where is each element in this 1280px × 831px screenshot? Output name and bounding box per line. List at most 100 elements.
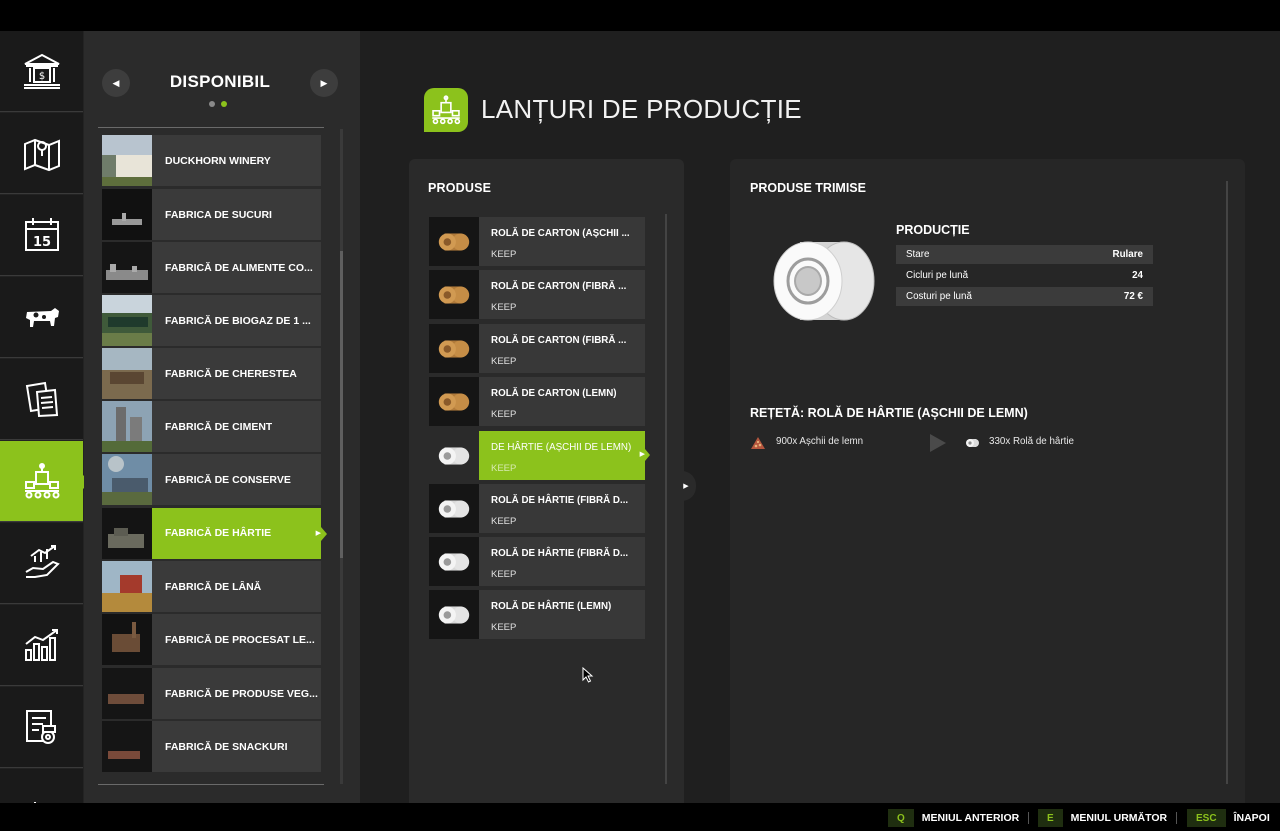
paper-roll-icon — [770, 237, 880, 332]
rail-more[interactable] — [0, 769, 83, 803]
hint-label: ÎNAPOI — [1233, 812, 1270, 824]
facility-thumbnail — [102, 614, 152, 665]
list-item[interactable]: FABRICĂ DE CIMENT — [102, 401, 321, 452]
product-mode: KEEP — [491, 622, 517, 633]
facility-thumbnail — [102, 348, 152, 399]
cardboard-roll-icon — [429, 377, 479, 426]
hint-label: MENIUL ANTERIOR — [921, 812, 1020, 824]
rail-animals[interactable] — [0, 277, 83, 358]
rail-vehicles[interactable] — [0, 687, 83, 768]
key-esc: ESC — [1187, 809, 1226, 827]
product-item-selected[interactable]: DE HÂRTIE (AȘCHII DE LEMN) KEEP ▶ — [429, 431, 650, 480]
products-scrollbar[interactable] — [665, 214, 667, 784]
production-title: PRODUCȚIE — [896, 223, 970, 237]
calendar-icon: 15 — [24, 218, 59, 251]
selected-chevron-icon: ▶ — [639, 451, 645, 458]
product-mode: KEEP — [491, 249, 517, 260]
page-dot-active[interactable] — [221, 101, 227, 107]
rail-finances[interactable]: $ — [0, 31, 83, 112]
list-scrollbar-thumb[interactable] — [340, 251, 343, 558]
product-name: ROLĂ DE CARTON (FIBRĂ ... — [491, 335, 627, 346]
map-icon — [23, 138, 60, 172]
facility-thumbnail — [102, 561, 152, 612]
status-value: Rulare — [1112, 249, 1144, 260]
product-item[interactable]: ROLĂ DE HÂRTIE (FIBRĂ D... KEEP — [429, 537, 645, 586]
facility-name: FABRICĂ DE PRODUSE VEG... — [165, 687, 318, 700]
list-item-selected[interactable]: FABRICĂ DE HÂRTIE ▶ — [102, 508, 327, 559]
product-mode: KEEP — [491, 463, 517, 474]
expand-arrow-button[interactable]: ▶ — [676, 471, 696, 501]
chevron-left-icon: ◀ — [112, 77, 120, 88]
product-name: ROLĂ DE CARTON (LEMN) — [491, 388, 617, 399]
facility-name: FABRICĂ DE SNACKURI — [165, 740, 288, 753]
product-mode: KEEP — [491, 302, 517, 313]
menu-rail: $ 15 — [0, 31, 90, 803]
previous-menu-hint[interactable]: Q MENIUL ANTERIOR — [888, 809, 1019, 827]
paper-roll-icon — [429, 537, 479, 586]
page-dot[interactable] — [209, 101, 215, 107]
list-item[interactable]: FABRICĂ DE ALIMENTE CO... — [102, 242, 321, 293]
next-menu-hint[interactable]: E MENIUL URMĂTOR — [1038, 809, 1167, 827]
paper-roll-icon — [429, 590, 479, 639]
more-icon — [33, 802, 36, 803]
production-icon — [24, 463, 59, 499]
paper-roll-icon — [429, 431, 479, 480]
rail-calendar[interactable]: 15 — [0, 195, 83, 276]
list-item[interactable]: FABRICĂ DE PRODUSE VEG... — [102, 668, 321, 719]
facility-name: FABRICĂ DE HÂRTIE — [152, 508, 321, 559]
product-mode: KEEP — [491, 569, 517, 580]
list-item[interactable]: FABRICA DE SUCURI — [102, 189, 321, 240]
top-letterbox — [0, 0, 1280, 31]
details-scrollbar[interactable] — [1226, 181, 1228, 784]
list-item[interactable]: DUCKHORN WINERY — [102, 135, 321, 186]
product-item[interactable]: ROLĂ DE CARTON (LEMN) KEEP — [429, 377, 645, 426]
mouse-cursor-icon — [582, 667, 594, 683]
product-mode: KEEP — [491, 516, 517, 527]
product-item[interactable]: ROLĂ DE CARTON (FIBRĂ ... KEEP — [429, 324, 645, 373]
product-item[interactable]: ROLĂ DE CARTON (FIBRĂ ... KEEP — [429, 270, 645, 319]
list-item[interactable]: FABRICĂ DE SNACKURI — [102, 721, 321, 772]
paper-roll-icon — [966, 439, 979, 447]
prev-page-button[interactable]: ◀ — [102, 69, 130, 97]
cardboard-roll-icon — [429, 270, 479, 319]
wood-chips-icon — [751, 437, 765, 449]
list-item[interactable]: FABRICĂ DE PROCESAT LE... — [102, 614, 321, 665]
finances-icon: $ — [23, 53, 60, 89]
facility-thumbnail — [102, 721, 152, 772]
product-item[interactable]: ROLĂ DE HÂRTIE (FIBRĂ D... KEEP — [429, 484, 645, 533]
rail-statistics[interactable] — [0, 605, 83, 686]
rail-prices[interactable] — [0, 523, 83, 604]
list-item[interactable]: FABRICĂ DE CHERESTEA — [102, 348, 321, 399]
facility-thumbnail — [102, 508, 152, 559]
facility-list-panel: ◀ DISPONIBIL ▶ DUCKHORN WINERY FABRICA D… — [84, 31, 360, 803]
back-hint[interactable]: ESC ÎNAPOI — [1187, 809, 1270, 827]
list-item[interactable]: FABRICĂ DE CONSERVE — [102, 454, 321, 505]
hint-divider — [1028, 812, 1029, 824]
production-screen: $ 15 ◀ DISPONIBIL ▶ DUCKHORN WINERY FABR… — [0, 31, 1280, 803]
list-divider-bottom — [98, 784, 324, 785]
hint-divider — [1176, 812, 1177, 824]
facility-name: DUCKHORN WINERY — [165, 154, 271, 167]
cardboard-roll-icon — [429, 217, 479, 266]
svg-text:$: $ — [38, 71, 44, 82]
rail-contracts[interactable] — [0, 359, 83, 440]
products-title: PRODUSE — [428, 181, 492, 195]
product-item[interactable]: ROLĂ DE CARTON (AȘCHII ... KEEP — [429, 217, 645, 266]
costs-value: 72 € — [1123, 291, 1143, 302]
facility-thumbnail — [102, 189, 152, 240]
list-item[interactable]: FABRICĂ DE BIOGAZ DE 1 ... — [102, 295, 321, 346]
statistics-icon — [24, 629, 58, 661]
vehicles-icon — [25, 710, 56, 744]
hint-label: MENIUL URMĂTOR — [1070, 812, 1168, 824]
rail-production[interactable] — [0, 441, 90, 522]
list-item[interactable]: FABRICĂ DE LÂNĂ — [102, 561, 321, 612]
product-name: ROLĂ DE HÂRTIE (LEMN) — [491, 601, 612, 612]
rail-map[interactable] — [0, 113, 83, 194]
cardboard-roll-icon — [429, 324, 479, 373]
arrow-right-icon — [930, 434, 946, 452]
facility-name: FABRICĂ DE CONSERVE — [165, 473, 291, 486]
facility-name: FABRICĂ DE CIMENT — [165, 420, 273, 433]
product-item[interactable]: ROLĂ DE HÂRTIE (LEMN) KEEP — [429, 590, 645, 639]
facility-name: FABRICĂ DE PROCESAT LE... — [165, 633, 315, 646]
next-page-button[interactable]: ▶ — [310, 69, 338, 97]
